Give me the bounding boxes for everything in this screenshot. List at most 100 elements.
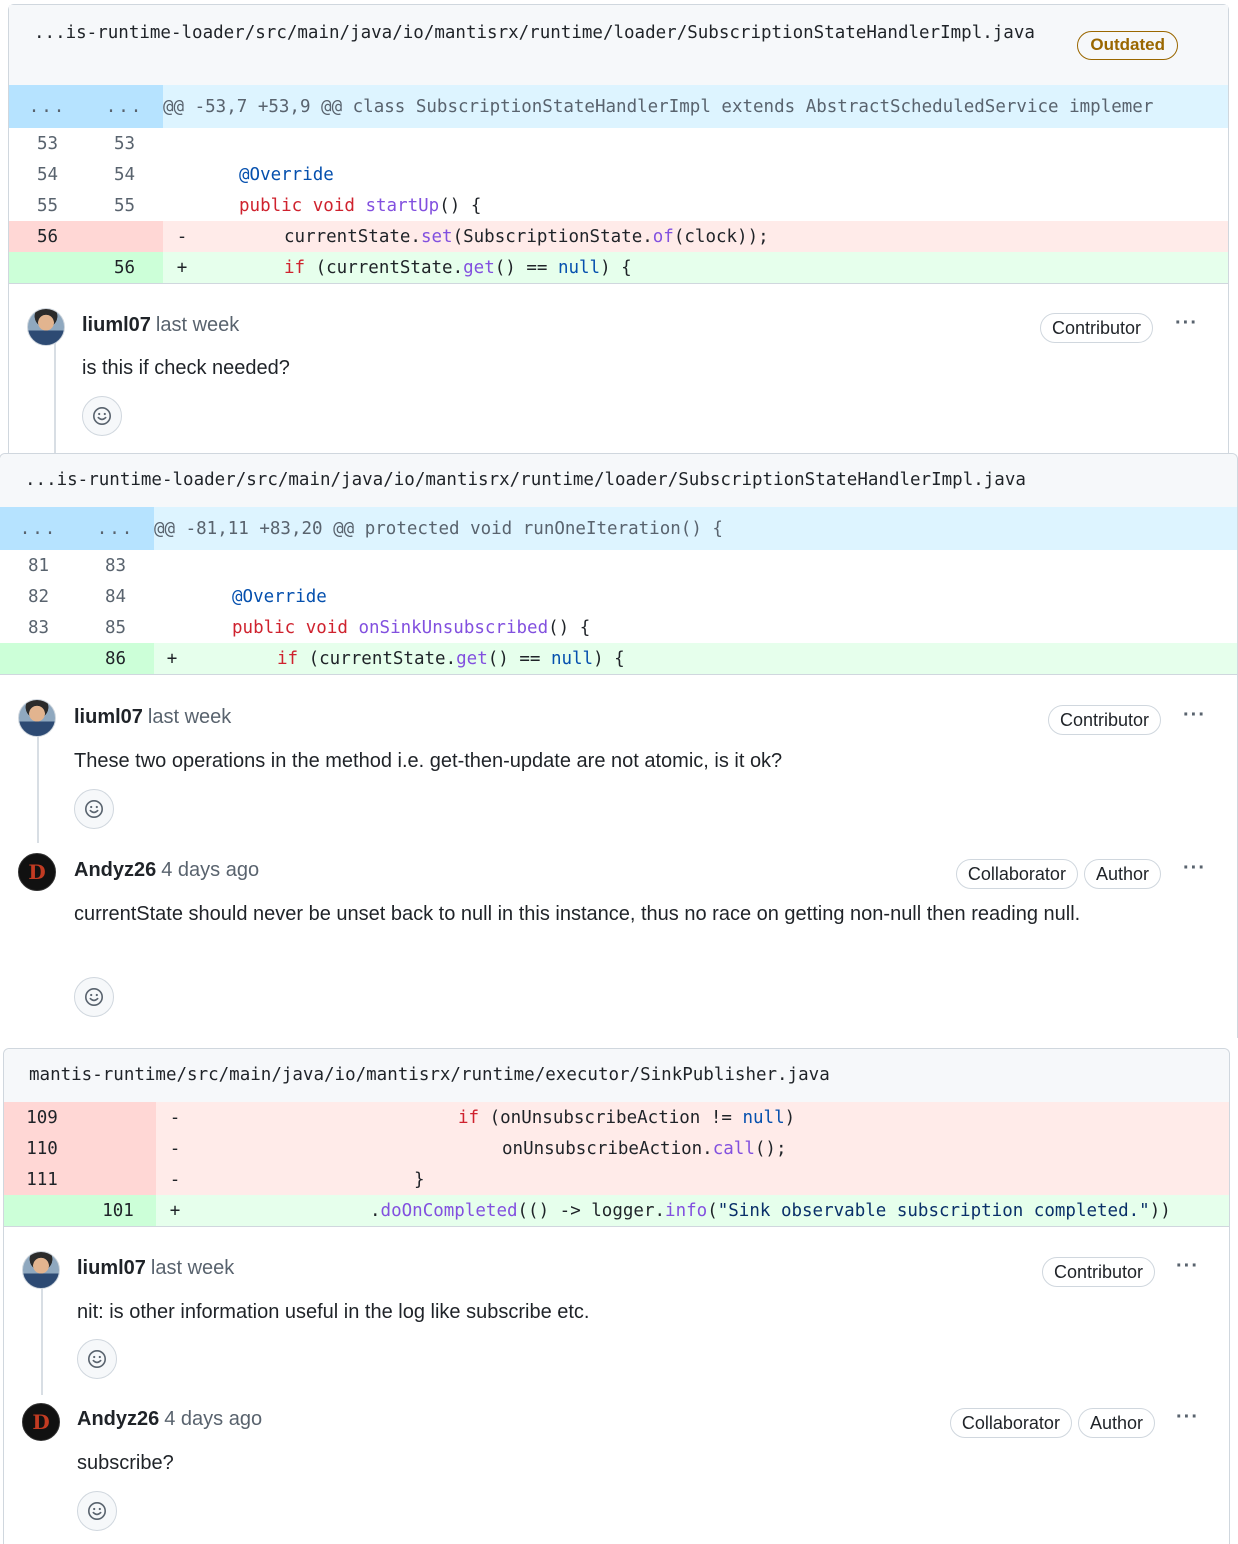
new-line-number[interactable]: 56 <box>86 252 163 283</box>
badges: Contributor <box>1039 313 1153 343</box>
diff-line-deleted: 110 - onUnsubscribeAction.call(); <box>4 1133 1229 1164</box>
new-line-number[interactable]: 84 <box>77 581 154 612</box>
old-line-number[interactable]: 56 <box>9 221 86 252</box>
diff-sign <box>163 159 201 190</box>
old-line-number[interactable] <box>4 1195 80 1226</box>
file-path[interactable]: ...is-runtime-loader/src/main/java/io/ma… <box>34 19 1079 48</box>
comment-header: liuml07 last week <box>82 314 239 337</box>
code-text: .doOnCompleted(() -> logger.info("Sink o… <box>370 1200 1171 1221</box>
diff-code: public void onSinkUnsubscribed() { <box>190 612 1237 643</box>
old-line-number[interactable]: 110 <box>4 1133 80 1164</box>
collaborator-badge: Collaborator <box>949 1408 1072 1438</box>
new-line-number[interactable]: 83 <box>77 550 154 581</box>
old-line-number[interactable] <box>9 252 86 283</box>
new-line-number[interactable] <box>86 221 163 252</box>
old-line-number[interactable]: 54 <box>9 159 86 190</box>
new-line-number[interactable] <box>80 1133 156 1164</box>
new-line-number[interactable]: 53 <box>86 128 163 159</box>
comment: liuml07 last week Contributor ··· These t… <box>0 675 1237 843</box>
expand-up-button[interactable]: ... <box>9 85 86 128</box>
more-options-icon[interactable]: ··· <box>1175 312 1198 335</box>
timestamp[interactable]: 4 days ago <box>161 859 259 881</box>
more-options-icon[interactable]: ··· <box>1176 1406 1199 1429</box>
avatar[interactable] <box>27 308 65 346</box>
diff-sign: + <box>156 1195 194 1226</box>
new-line-number[interactable] <box>80 1102 156 1133</box>
badges: Contributor <box>1041 1257 1155 1287</box>
review-thread-1: ...is-runtime-loader/src/main/java/io/ma… <box>8 4 1229 467</box>
expand-down-button[interactable]: ... <box>86 85 163 128</box>
avatar[interactable] <box>18 699 56 737</box>
old-line-number[interactable]: 83 <box>0 612 77 643</box>
hunk-header-row: ... ... @@ -81,11 +83,20 @@ protected vo… <box>0 507 1237 550</box>
diff-line: 54 54 @Override <box>9 159 1228 190</box>
old-line-number[interactable]: 82 <box>0 581 77 612</box>
author-name[interactable]: liuml07 <box>74 706 143 728</box>
old-line-number[interactable]: 53 <box>9 128 86 159</box>
diff-table: ... ... @@ -53,7 +53,9 @@ class Subscrip… <box>9 85 1228 283</box>
code-text: } <box>414 1169 425 1190</box>
avatar[interactable]: D <box>18 853 56 891</box>
author-name[interactable]: Andyz26 <box>74 859 156 881</box>
timestamp[interactable]: last week <box>151 1257 234 1279</box>
timestamp[interactable]: last week <box>148 706 231 728</box>
diff-code: currentState.set(SubscriptionState.of(cl… <box>201 221 1228 252</box>
diff-sign: - <box>156 1164 194 1195</box>
old-line-number[interactable]: 55 <box>9 190 86 221</box>
smiley-icon <box>93 407 111 425</box>
diff-line: 81 83 <box>0 550 1237 581</box>
add-reaction-button[interactable] <box>74 977 114 1017</box>
old-line-number[interactable]: 81 <box>0 550 77 581</box>
hunk-header: @@ -53,7 +53,9 @@ class SubscriptionStat… <box>163 85 1228 128</box>
expand-up-button[interactable]: ... <box>0 507 77 550</box>
new-line-number[interactable] <box>80 1164 156 1195</box>
author-name[interactable]: liuml07 <box>82 314 151 336</box>
badges: Collaborator Author <box>955 859 1161 889</box>
new-line-number[interactable]: 85 <box>77 612 154 643</box>
new-line-number[interactable]: 101 <box>80 1195 156 1226</box>
avatar[interactable]: D <box>22 1403 60 1441</box>
add-reaction-button[interactable] <box>77 1339 117 1379</box>
diff-table: 109 - if (onUnsubscribeAction != null) 1… <box>4 1102 1229 1226</box>
new-line-number[interactable]: 55 <box>86 190 163 221</box>
old-line-number[interactable]: 109 <box>4 1102 80 1133</box>
diff-sign: + <box>154 643 190 674</box>
add-reaction-button[interactable] <box>74 789 114 829</box>
more-options-icon[interactable]: ··· <box>1183 857 1206 880</box>
file-path[interactable]: ...is-runtime-loader/src/main/java/io/ma… <box>25 470 1026 490</box>
contributor-badge: Contributor <box>1039 313 1153 343</box>
new-line-number[interactable]: 54 <box>86 159 163 190</box>
diff-code: if (currentState.get() == null) { <box>201 252 1228 283</box>
diff-line-added: 101 + .doOnCompleted(() -> logger.info("… <box>4 1195 1229 1226</box>
add-reaction-button[interactable] <box>82 396 122 436</box>
comment: liuml07 last week Contributor ··· is this… <box>9 284 1228 467</box>
avatar[interactable] <box>22 1251 60 1289</box>
diff-line-added: 86 + if (currentState.get() == null) { <box>0 643 1237 674</box>
add-reaction-button[interactable] <box>77 1491 117 1531</box>
comment-body: nit: is other information useful in the … <box>77 1301 590 1323</box>
old-line-number[interactable] <box>0 643 77 674</box>
thread-line <box>37 733 39 843</box>
author-name[interactable]: liuml07 <box>77 1257 146 1279</box>
diff-line-deleted: 109 - if (onUnsubscribeAction != null) <box>4 1102 1229 1133</box>
smiley-icon <box>85 800 103 818</box>
timestamp[interactable]: last week <box>156 314 239 336</box>
author-name[interactable]: Andyz26 <box>77 1408 159 1430</box>
more-options-icon[interactable]: ··· <box>1183 704 1206 727</box>
contributor-badge: Contributor <box>1041 1257 1155 1287</box>
new-line-number[interactable]: 86 <box>77 643 154 674</box>
comment: D Andyz26 4 days ago Collaborator Author … <box>4 1381 1229 1541</box>
more-options-icon[interactable]: ··· <box>1176 1255 1199 1278</box>
diff-sign: - <box>163 221 201 252</box>
diff-code: .doOnCompleted(() -> logger.info("Sink o… <box>194 1195 1229 1226</box>
badges: Collaborator Author <box>949 1408 1155 1438</box>
diff-sign <box>163 128 201 159</box>
old-line-number[interactable]: 111 <box>4 1164 80 1195</box>
comment: D Andyz26 4 days ago Collaborator Author … <box>0 831 1237 1031</box>
comment-header: Andyz26 4 days ago <box>77 1408 262 1431</box>
expand-down-button[interactable]: ... <box>77 507 154 550</box>
timestamp[interactable]: 4 days ago <box>164 1408 262 1430</box>
smiley-icon <box>88 1350 106 1368</box>
diff-line-added: 56 + if (currentState.get() == null) { <box>9 252 1228 283</box>
file-path[interactable]: mantis-runtime/src/main/java/io/mantisrx… <box>29 1065 830 1085</box>
